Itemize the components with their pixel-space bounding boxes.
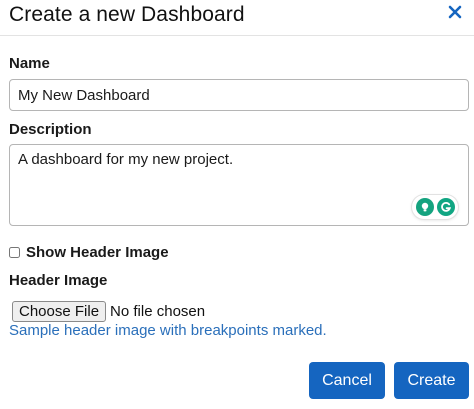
show-header-row: Show Header Image <box>9 243 169 261</box>
choose-file-button[interactable]: Choose File <box>12 300 107 322</box>
grammarly-g-icon[interactable] <box>436 198 455 216</box>
sample-header-link[interactable]: Sample header image with breakpoints mar… <box>9 322 327 340</box>
name-input[interactable] <box>9 79 469 111</box>
close-icon <box>448 5 462 19</box>
close-button[interactable] <box>446 3 464 21</box>
grammarly-lightbulb-icon[interactable] <box>415 198 434 216</box>
file-status: No file chosen <box>110 302 206 320</box>
create-dashboard-dialog: Create a new Dashboard Name Description … <box>0 0 474 409</box>
dialog-header: Create a new Dashboard <box>0 0 474 36</box>
description-field: A dashboard for my new project. <box>9 144 469 226</box>
lightbulb-icon <box>421 202 428 212</box>
cancel-button[interactable]: Cancel <box>309 362 385 399</box>
description-textarea[interactable]: A dashboard for my new project. <box>10 145 468 225</box>
grammarly-widget[interactable] <box>412 195 458 219</box>
show-header-checkbox[interactable] <box>9 246 20 258</box>
file-picker: Choose File No file chosen <box>12 300 205 322</box>
grammarly-logo-icon <box>440 201 451 212</box>
show-header-label[interactable]: Show Header Image <box>26 244 169 261</box>
create-button[interactable]: Create <box>394 362 469 399</box>
header-image-label: Header Image <box>9 272 108 289</box>
dialog-title: Create a new Dashboard <box>9 3 245 26</box>
description-label: Description <box>9 121 92 138</box>
name-label: Name <box>9 55 50 72</box>
